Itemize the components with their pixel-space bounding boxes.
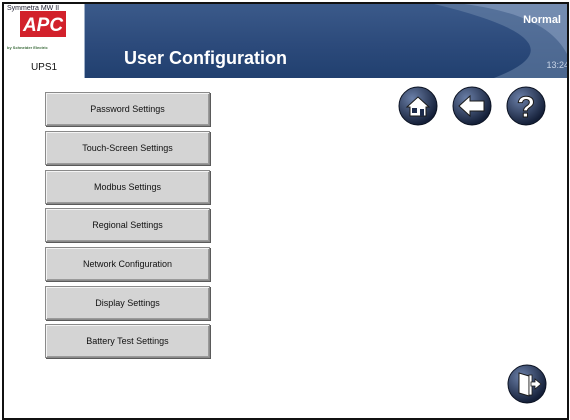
page-title: User Configuration [124,48,288,68]
home-button[interactable] [398,86,438,126]
back-button[interactable] [452,86,492,126]
screen: Symmetra MW II APC by Schneider Electric… [2,2,569,420]
help-button[interactable]: ? [506,86,546,126]
home-icon [398,86,438,126]
touch-screen-settings-button[interactable]: Touch-Screen Settings [45,131,210,165]
network-configuration-button[interactable]: Network Configuration [45,247,210,281]
modbus-settings-button[interactable]: Modbus Settings [45,170,210,204]
regional-settings-button[interactable]: Regional Settings [45,208,210,242]
apc-logo: APC [20,11,66,37]
status-badge: Normal [523,14,561,26]
logout-button[interactable] [507,364,547,404]
help-icon: ? [506,86,546,126]
password-settings-button[interactable]: Password Settings [45,92,210,126]
device-name: UPS1 [30,62,58,73]
battery-test-settings-button[interactable]: Battery Test Settings [45,324,210,358]
back-arrow-icon [452,86,492,126]
logout-door-icon [507,364,547,404]
header-bar: Symmetra MW II APC by Schneider Electric… [4,4,567,78]
svg-text:?: ? [517,91,535,124]
logo-panel: Symmetra MW II APC by Schneider Electric… [4,4,85,78]
apc-logo-text: APC [22,15,63,36]
brand-text: by Schneider Electric [7,45,48,50]
clock: 13:24 [546,60,569,70]
display-settings-button[interactable]: Display Settings [45,286,210,320]
